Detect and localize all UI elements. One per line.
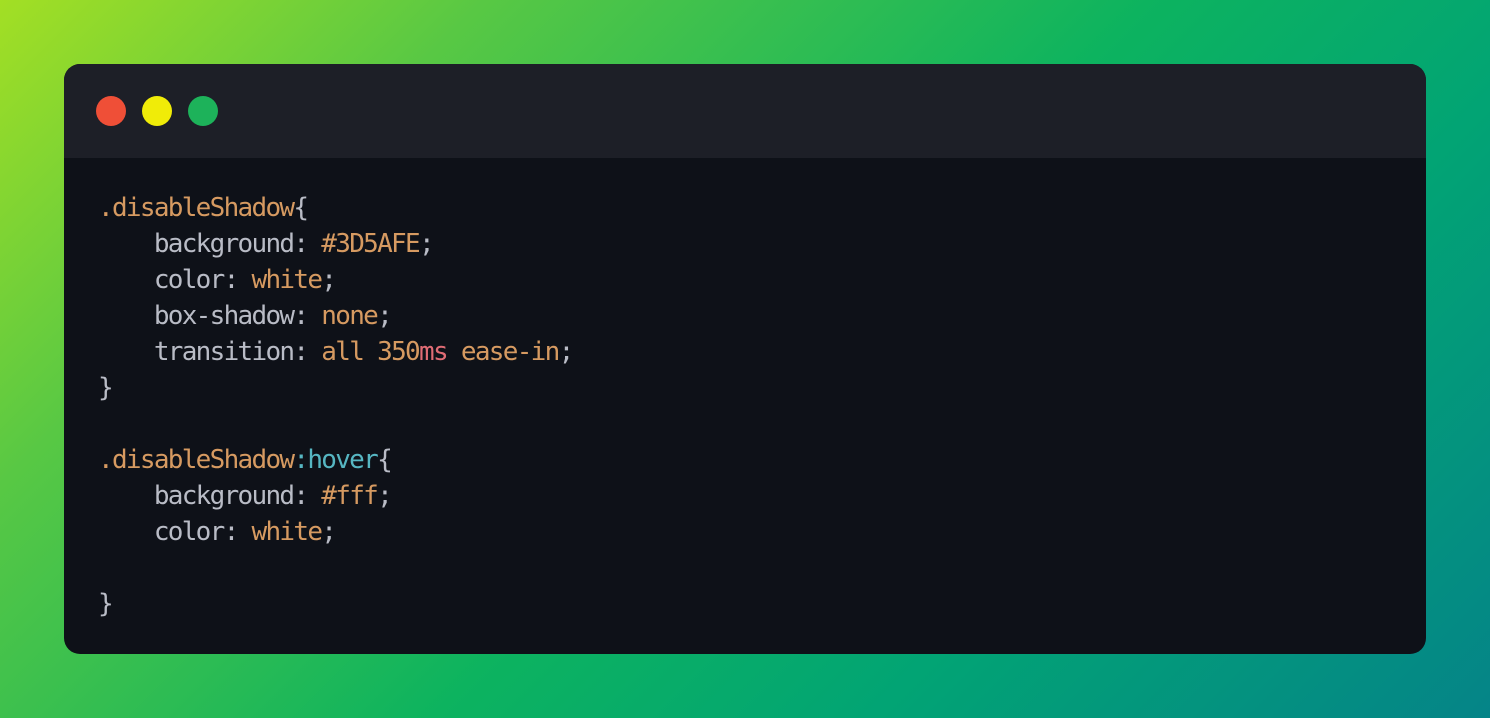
code-line: } — [98, 586, 573, 622]
close-dot-icon[interactable] — [96, 96, 126, 126]
code-line: ​ — [98, 406, 573, 442]
code-token-punctuation: : — [293, 301, 322, 331]
code-block: .disableShadow{ background: #3D5AFE; col… — [98, 190, 575, 622]
code-token-punctuation: } — [98, 589, 114, 619]
code-token-property: color — [98, 265, 225, 295]
code-token-punctuation — [447, 337, 461, 367]
code-token-value: #3D5AFE — [321, 229, 420, 259]
code-token-punctuation: ; — [321, 265, 337, 295]
code-token-value: none — [321, 301, 379, 331]
code-token-property: transition — [98, 337, 295, 367]
code-line: box-shadow: none; — [98, 298, 573, 334]
code-token-punctuation: ; — [321, 517, 337, 547]
code-line: background: #3D5AFE; — [98, 226, 573, 262]
code-line: } — [98, 370, 573, 406]
code-token-property: box-shadow — [98, 301, 295, 331]
code-token-value: white — [251, 265, 323, 295]
minimize-dot-icon[interactable] — [142, 96, 172, 126]
code-token-punctuation: ; — [377, 481, 393, 511]
code-token-punctuation — [363, 337, 377, 367]
code-line: color: white; — [98, 514, 573, 550]
code-token-punctuation: : — [223, 517, 252, 547]
code-token-value: all — [321, 337, 365, 367]
code-token-value: ease-in — [460, 337, 560, 367]
code-token-punctuation: : — [223, 265, 252, 295]
code-token-punctuation: } — [98, 373, 114, 403]
code-token-selector: .disableShadow — [98, 193, 295, 223]
code-token-property: background — [98, 481, 295, 511]
code-token-punctuation: { — [293, 193, 309, 223]
code-token-punctuation: : — [293, 337, 322, 367]
maximize-dot-icon[interactable] — [188, 96, 218, 126]
code-window: .disableShadow{ background: #3D5AFE; col… — [64, 64, 1426, 654]
code-token-unit: ms — [419, 337, 449, 367]
code-token-value: 350 — [377, 337, 421, 367]
code-token-selector: .disableShadow — [98, 445, 295, 475]
window-titlebar — [64, 64, 1426, 158]
code-line: .disableShadow{ — [98, 190, 573, 226]
code-token-punctuation: ; — [377, 301, 393, 331]
code-line: ​ — [98, 550, 573, 586]
code-token-value: #fff — [321, 481, 379, 511]
code-line: color: white; — [98, 262, 573, 298]
code-token-property: color — [98, 517, 225, 547]
code-line: transition: all 350ms ease-in; — [98, 334, 575, 370]
code-token-punctuation: ; — [558, 337, 575, 367]
code-token-pseudo: :hover — [293, 445, 378, 475]
code-token-punctuation: : — [293, 481, 322, 511]
code-token-punctuation: { — [377, 445, 393, 475]
code-token-property: background — [98, 229, 295, 259]
code-token-value: white — [251, 517, 323, 547]
code-line: background: #fff; — [98, 478, 573, 514]
code-line: .disableShadow:hover{ — [98, 442, 573, 478]
code-token-punctuation: : — [293, 229, 322, 259]
code-token-punctuation: ; — [418, 229, 435, 259]
